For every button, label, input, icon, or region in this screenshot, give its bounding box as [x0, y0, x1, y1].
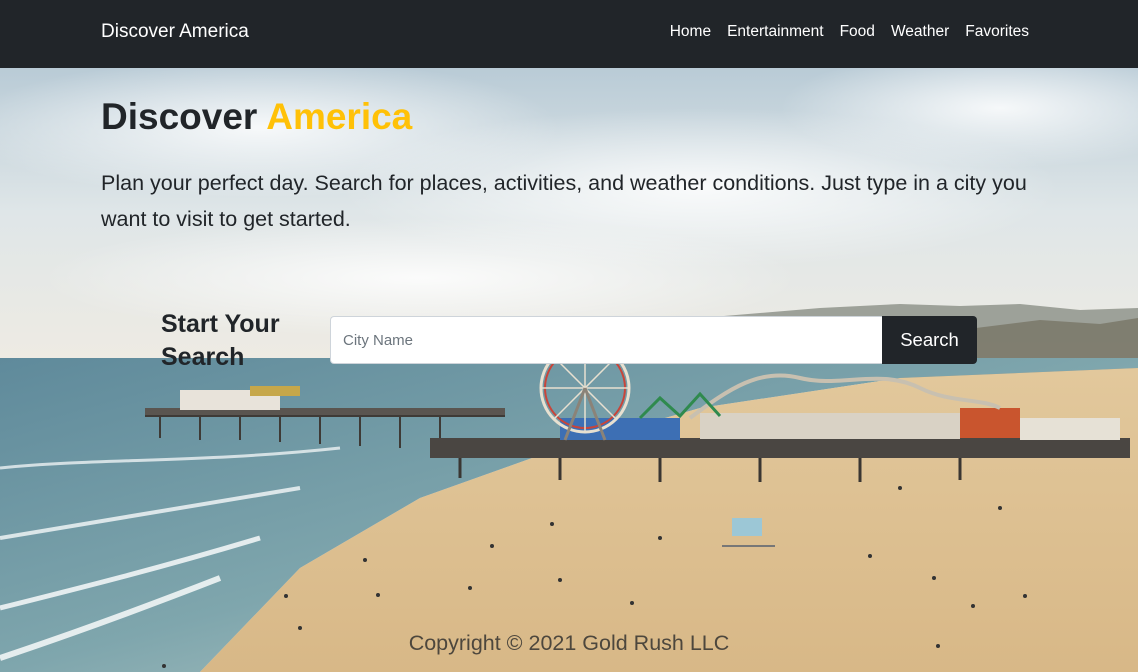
nav-link-favorites[interactable]: Favorites — [965, 22, 1029, 42]
navbar-brand[interactable]: Discover America — [101, 20, 249, 44]
footer-copyright: Copyright © 2021 Gold Rush LLC — [408, 631, 730, 655]
city-search-input[interactable] — [330, 316, 882, 364]
nav-link-home[interactable]: Home — [670, 22, 711, 42]
nav-links: Home Entertainment Food Weather Favorite… — [670, 22, 1029, 42]
search-heading: Start Your Search — [161, 310, 280, 371]
search-button[interactable]: Search — [882, 316, 977, 364]
lead-text: Plan your perfect day. Search for places… — [101, 171, 1027, 231]
page-title: Discover America — [101, 96, 412, 138]
page-title-accent: America — [266, 96, 413, 137]
nav-link-weather[interactable]: Weather — [891, 22, 949, 42]
nav-link-food[interactable]: Food — [840, 22, 875, 42]
nav-link-entertainment[interactable]: Entertainment — [727, 22, 824, 42]
page-title-part1: Discover — [101, 96, 267, 137]
top-navbar: Discover America Home Entertainment Food… — [0, 0, 1138, 68]
